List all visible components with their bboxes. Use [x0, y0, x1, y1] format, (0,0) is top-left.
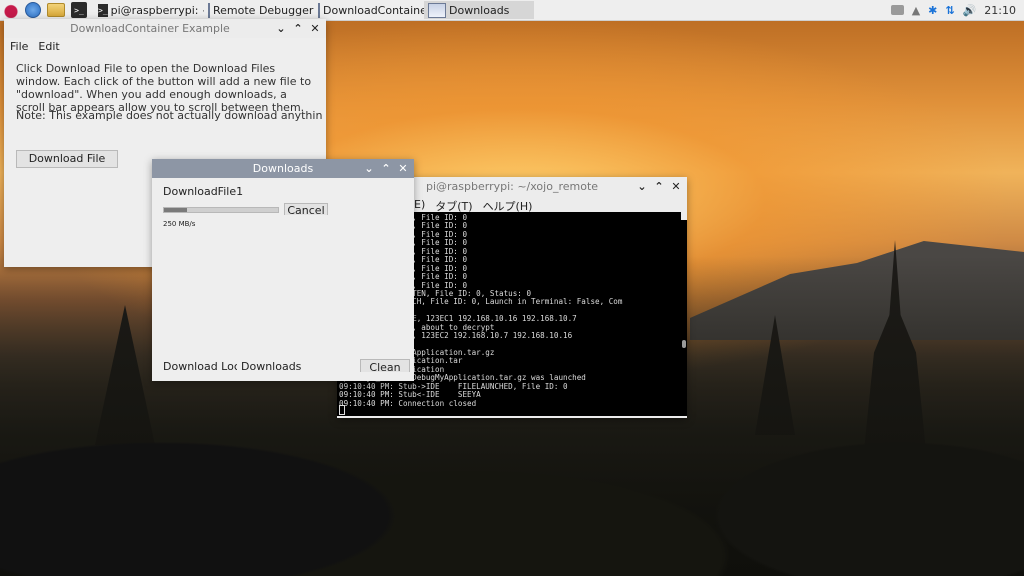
minimize-icon[interactable]: ⌄ — [274, 21, 288, 35]
cancel-button[interactable]: Cancel — [284, 203, 328, 215]
description-text: Click Download File to open the Download… — [16, 62, 312, 114]
taskbar-task-remote-debugger[interactable]: Remote Debugger De... — [204, 1, 314, 19]
window-icon — [318, 2, 320, 18]
scrollbar-thumb[interactable] — [682, 340, 686, 349]
terminal-launcher-icon[interactable]: >_ — [71, 2, 87, 18]
taskbar: >_ >_ pi@raspberrypi: ~/xoj... Remote De… — [0, 0, 1024, 21]
maximize-icon[interactable]: ⌃ — [652, 179, 666, 193]
window-icon — [428, 2, 446, 18]
cpu-monitor-icon[interactable] — [890, 5, 904, 15]
eject-icon[interactable]: ▲ — [912, 4, 920, 17]
bluetooth-icon[interactable]: ✱ — [928, 4, 937, 17]
minimize-icon[interactable]: ⌄ — [362, 161, 376, 175]
maximize-icon[interactable]: ⌃ — [379, 161, 393, 175]
terminal-line: 09:10:40 PM: Connection closed — [339, 398, 477, 408]
raspberry-menu-icon[interactable] — [3, 2, 19, 18]
taskbar-task-terminal[interactable]: >_ pi@raspberrypi: ~/xoj... — [94, 1, 204, 19]
download-file-button[interactable]: Download File — [16, 150, 118, 168]
web-browser-icon[interactable] — [25, 2, 41, 18]
close-icon[interactable]: ✕ — [669, 179, 683, 193]
menu-file[interactable]: File — [10, 40, 28, 53]
clean-up-button[interactable]: Clean Up — [360, 359, 410, 372]
network-icon[interactable]: ⇅ — [945, 4, 954, 17]
window-icon — [208, 2, 210, 18]
terminal-cursor — [339, 405, 345, 415]
menu-bar: File Edit — [10, 40, 60, 53]
download-progress-bar — [163, 207, 279, 213]
close-icon[interactable]: ✕ — [396, 161, 410, 175]
taskbar-task-downloads[interactable]: Downloads — [424, 1, 534, 19]
close-icon[interactable]: ✕ — [308, 21, 322, 35]
window-titlebar[interactable]: DownloadContainer Example ⌄ ⌃ ✕ — [4, 19, 326, 38]
note-text: Note: This example does not actually dow… — [16, 109, 322, 122]
window-title: DownloadContainer Example — [70, 22, 230, 35]
terminal-icon: >_ — [98, 3, 108, 17]
terminal-scrollbar[interactable] — [681, 212, 687, 349]
taskbar-task-download-container[interactable]: DownloadContainer E... — [314, 1, 424, 19]
file-manager-icon[interactable] — [47, 3, 65, 17]
download-location-value: Downloads — [241, 360, 302, 373]
progress-fill — [164, 208, 187, 212]
volume-icon[interactable]: 🔊 — [963, 4, 977, 17]
window-titlebar[interactable]: Downloads ⌄ ⌃ ✕ — [152, 159, 414, 178]
download-location-label: Download Locatior — [163, 360, 237, 373]
maximize-icon[interactable]: ⌃ — [291, 21, 305, 35]
system-tray: ▲ ✱ ⇅ 🔊 21:10 — [890, 4, 1024, 17]
menu-edit[interactable]: Edit — [38, 40, 59, 53]
downloads-window: Downloads ⌄ ⌃ ✕ DownloadFile1 Cancel 250… — [152, 159, 414, 381]
clock[interactable]: 21:10 — [984, 4, 1016, 17]
download-speed: 250 MB/s — [163, 220, 196, 228]
minimize-icon[interactable]: ⌄ — [635, 179, 649, 193]
download-item-name: DownloadFile1 — [163, 185, 244, 198]
